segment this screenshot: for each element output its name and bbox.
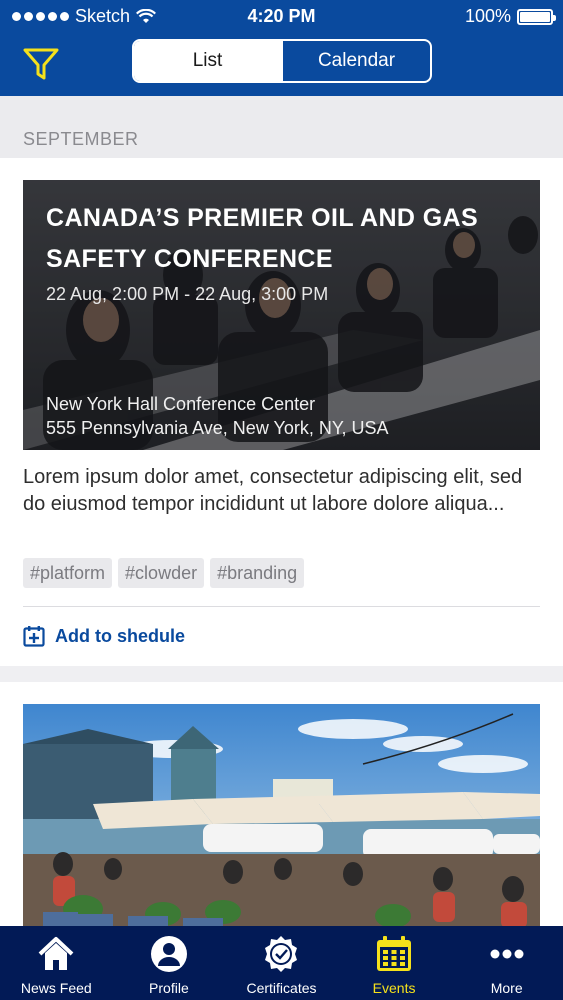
tag-list: #platform #clowder #branding [23, 558, 305, 588]
divider [23, 606, 540, 607]
tag-chip[interactable]: #clowder [118, 558, 205, 588]
battery-icon [517, 8, 556, 25]
tab-label: Profile [149, 980, 189, 996]
tab-label: Events [372, 980, 416, 996]
home-icon [38, 937, 74, 970]
tab-news-feed[interactable]: News Feed [0, 926, 113, 1000]
tab-events[interactable]: Events [338, 926, 451, 1000]
tag-chip[interactable]: #branding [210, 558, 305, 588]
tab-label: More [490, 980, 523, 996]
more-icon [490, 949, 524, 959]
event-date: 22 Aug, 2:00 PM - 22 Aug, 3:00 PM [46, 284, 329, 304]
tab-label: Certificates [246, 980, 317, 996]
event-description: Lorem ipsum dolor amet, consectetur adip… [23, 466, 523, 515]
venue-address: 555 Pennsylvania Ave, New York, NY, USA [46, 418, 389, 438]
harbor-photo [23, 704, 540, 928]
add-to-schedule-button[interactable]: Add to shedule [23, 625, 185, 647]
event-image: CANADA’S PREMIER OIL AND GAS SAFETY CONF… [23, 180, 540, 450]
tab-list[interactable]: List [134, 41, 281, 81]
bottom-tab-bar: News Feed Profile Certificates Events Mo… [0, 926, 563, 1000]
tab-more[interactable]: More [450, 926, 563, 1000]
event-card[interactable]: CANADA’S PREMIER OIL AND GAS SAFETY CONF… [0, 158, 563, 666]
venue-name: New York Hall Conference Center [46, 394, 316, 414]
status-bar: Sketch 4:20 PM 100% [0, 0, 563, 34]
event-card[interactable] [0, 682, 563, 928]
event-venue: New York Hall Conference Center 555 Penn… [46, 392, 389, 440]
add-to-schedule-label: Add to shedule [55, 625, 185, 646]
certificate-icon [265, 936, 298, 972]
event-title: CANADA’S PREMIER OIL AND GAS SAFETY CONF… [46, 204, 479, 273]
view-switcher: List Calendar [132, 39, 432, 83]
event-image [23, 704, 540, 928]
tab-certificates[interactable]: Certificates [225, 926, 338, 1000]
filter-icon [23, 48, 59, 80]
calendar-add-icon [23, 626, 45, 647]
tab-profile[interactable]: Profile [113, 926, 226, 1000]
tag-chip[interactable]: #platform [23, 558, 113, 588]
tab-calendar[interactable]: Calendar [281, 41, 430, 81]
tab-label: News Feed [20, 980, 92, 996]
month-label: SEPTEMBER [23, 129, 139, 149]
battery-info: 100% [464, 6, 556, 27]
app-header: Sketch 4:20 PM 100% List Calendar [0, 0, 563, 96]
battery-label: 100% [464, 6, 511, 26]
profile-icon [150, 936, 187, 972]
month-section-header: SEPTEMBER [0, 96, 563, 158]
filter-button[interactable] [22, 46, 60, 82]
calendar-icon [377, 936, 412, 971]
